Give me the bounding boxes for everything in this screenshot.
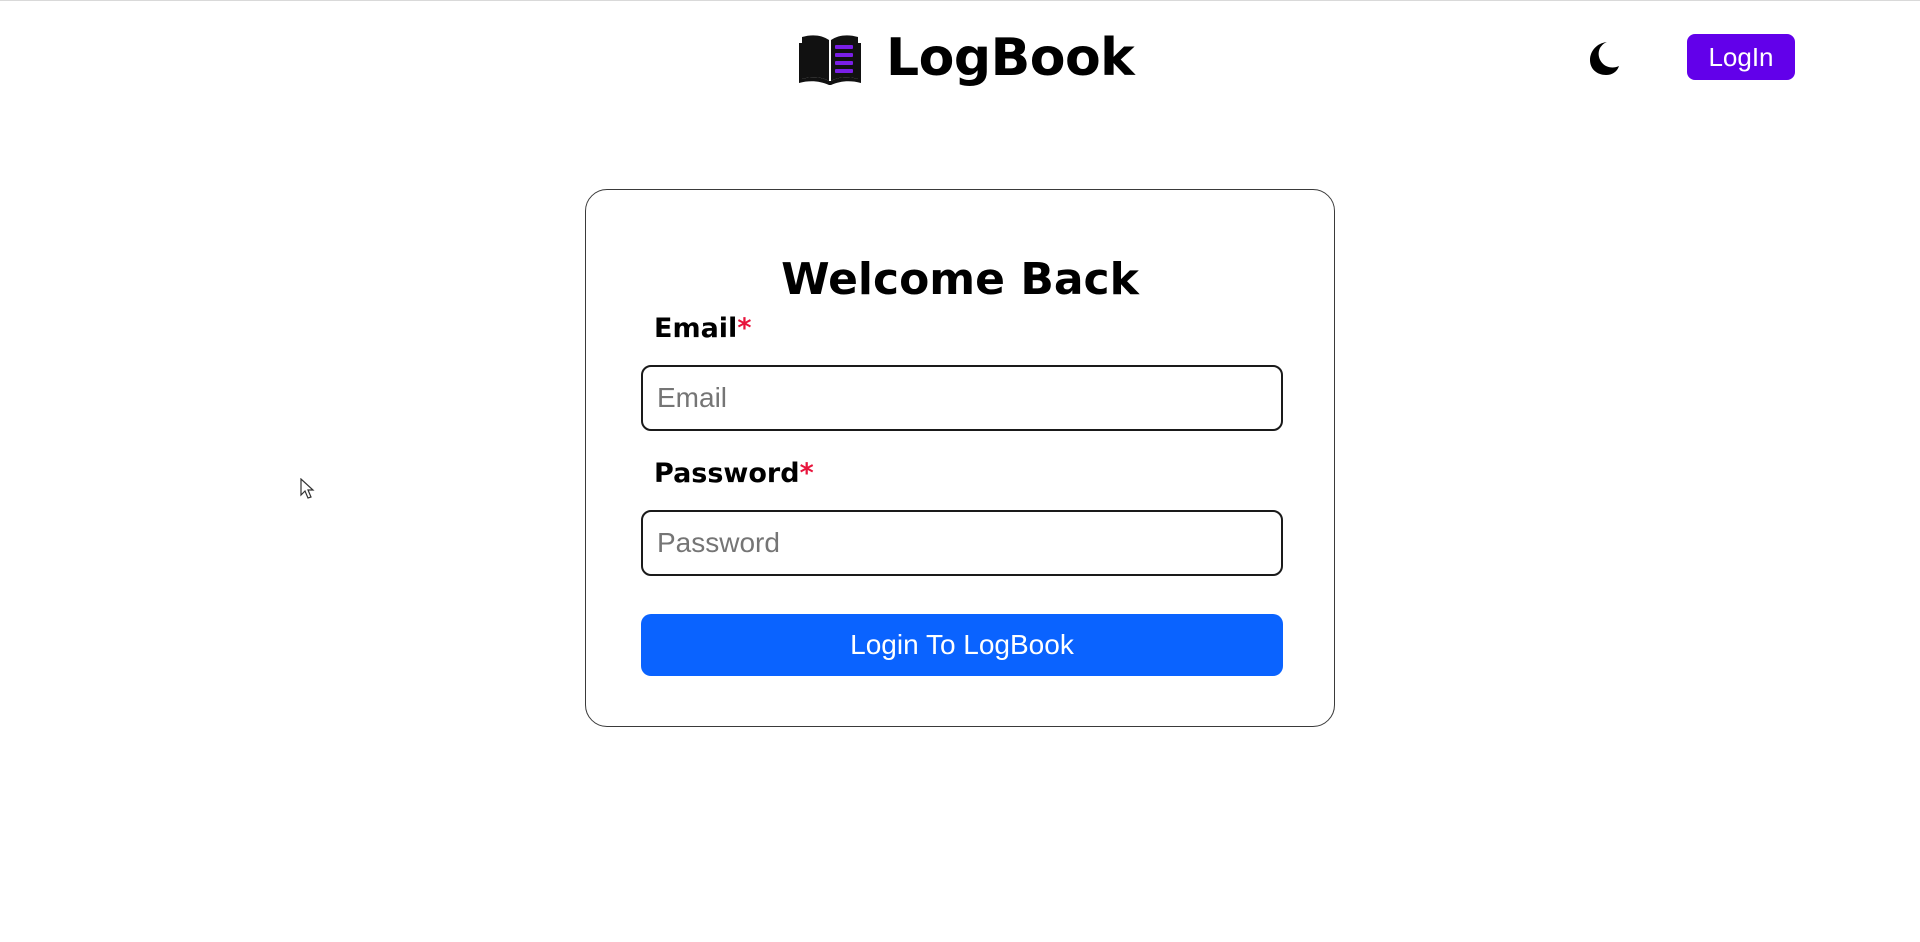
mouse-cursor-icon (300, 478, 315, 499)
password-field[interactable] (641, 510, 1283, 576)
required-mark: * (799, 458, 814, 489)
theme-toggle-button[interactable] (1580, 36, 1624, 80)
app-header: LogBook LogIn (0, 0, 1920, 115)
brand-title: LogBook (886, 28, 1135, 88)
header-login-button[interactable]: LogIn (1687, 34, 1795, 80)
open-book-icon (799, 35, 861, 85)
page-title: Welcome Back (781, 254, 1139, 306)
login-submit-button[interactable]: Login To LogBook (641, 614, 1283, 676)
moon-icon (1590, 42, 1619, 75)
required-mark: * (737, 313, 752, 344)
brand[interactable]: LogBook (798, 26, 1135, 90)
email-label-text: Email (654, 313, 738, 344)
email-label: Email* (654, 311, 751, 347)
password-label-text: Password (654, 458, 800, 489)
password-label: Password* (654, 456, 814, 492)
login-card: Welcome Back Email* Password* Login To L… (585, 189, 1335, 727)
email-field[interactable] (641, 365, 1283, 431)
